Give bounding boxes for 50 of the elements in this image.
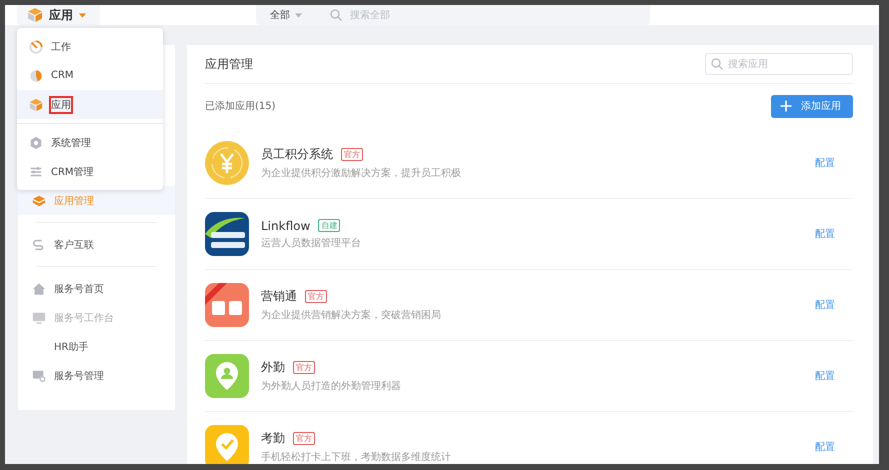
app-tag: 官方: [293, 361, 315, 374]
app-name: 员工积分系统: [261, 146, 333, 163]
sidebar-label: 服务号首页: [54, 282, 104, 296]
page-title: 应用管理: [205, 56, 253, 72]
app-tag: 官方: [305, 290, 327, 303]
app-name: Linkflow: [261, 218, 310, 232]
sidebar-label: 客户互联: [54, 238, 94, 252]
sliders-icon: [29, 164, 43, 178]
caret-icon: [295, 12, 302, 18]
sidebar-label: 服务号管理: [54, 370, 104, 382]
menu-item[interactable]: CRM: [17, 61, 163, 90]
app-description: 手机轻松打卡上下班，考勤数据多维度统计: [261, 450, 451, 464]
caret-icon: [79, 12, 86, 18]
sidebar-label: HR助手: [54, 340, 88, 354]
monitor-gear-icon: [32, 368, 46, 382]
location-pin-icon: [205, 354, 249, 398]
monitor-icon: [32, 310, 46, 324]
search-icon: [330, 9, 342, 21]
pie-chart-icon: [29, 68, 43, 82]
yen-coin-icon: [205, 141, 249, 185]
clock-icon: [29, 40, 43, 54]
sidebar-item[interactable]: 服务号管理: [18, 361, 175, 390]
search-icon: [711, 58, 723, 70]
app-description: 为企业提供营销解决方案，突破营销困局: [261, 308, 441, 322]
app-name: 考勤: [261, 430, 285, 447]
app-switcher-button[interactable]: 应用: [17, 5, 100, 25]
app-tag: 官方: [341, 148, 363, 161]
marketing-app-icon: [205, 283, 249, 327]
menu-item[interactable]: 工作: [17, 32, 163, 61]
sidebar-item[interactable]: 客户互联: [18, 230, 175, 259]
app-logo-icon: [205, 212, 249, 256]
sidebar-item[interactable]: HR助手: [18, 332, 175, 361]
sidebar-label: 服务号工作台: [54, 312, 114, 324]
app-search-field[interactable]: 搜索应用: [705, 53, 853, 75]
menu-item[interactable]: 系统管理: [17, 128, 163, 157]
app-tag: 自建: [318, 219, 340, 232]
menu-item[interactable]: CRM管理: [17, 157, 163, 186]
menu-item[interactable]: 应用: [17, 90, 163, 119]
app-tag: 官方: [293, 432, 315, 445]
added-apps-count: 已添加应用(15): [205, 100, 276, 113]
app-description: 为外勤人员打造的外勤管理利器: [261, 380, 401, 393]
sidebar-label: 应用管理: [54, 194, 94, 208]
app-description: 为企业提供积分激励解决方案，提升员工积极: [261, 166, 461, 180]
sidebar-item[interactable]: 服务号首页: [18, 274, 175, 303]
app-name: 外勤: [261, 359, 285, 376]
scope-dropdown[interactable]: 全部: [270, 8, 302, 22]
home-icon: [32, 282, 46, 296]
app-description: 运营人员数据管理平台: [261, 236, 361, 250]
app-name: 营销通: [261, 288, 297, 305]
plus-icon: [780, 100, 792, 112]
